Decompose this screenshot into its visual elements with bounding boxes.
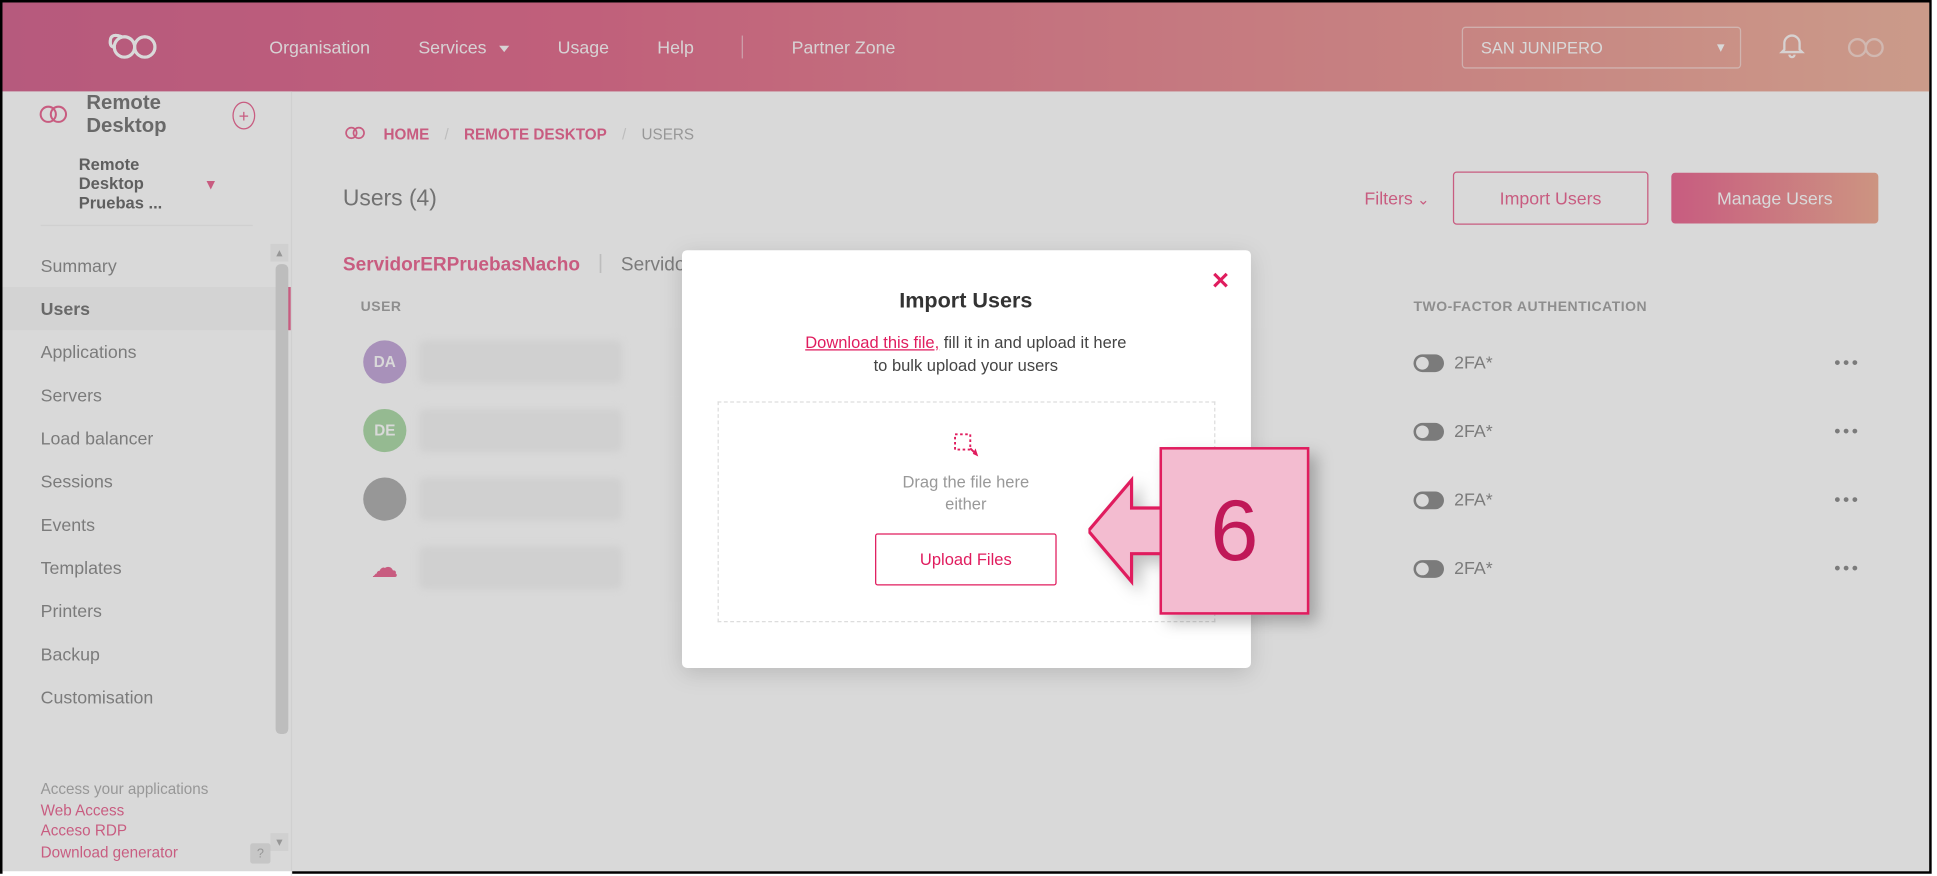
- close-icon[interactable]: ✕: [1211, 268, 1230, 295]
- modal-instructions: Download this file, fill it in and uploa…: [717, 331, 1215, 376]
- modal-title: Import Users: [717, 288, 1215, 313]
- modal-overlay[interactable]: ✕ Import Users Download this file, fill …: [3, 3, 1930, 872]
- download-template-link[interactable]: Download this file,: [805, 333, 939, 352]
- step-number: 6: [1210, 481, 1258, 580]
- step-annotation: 6: [1088, 447, 1309, 615]
- arrow-icon: [1088, 470, 1162, 592]
- upload-files-button[interactable]: Upload Files: [875, 533, 1056, 585]
- upload-icon: [951, 431, 981, 465]
